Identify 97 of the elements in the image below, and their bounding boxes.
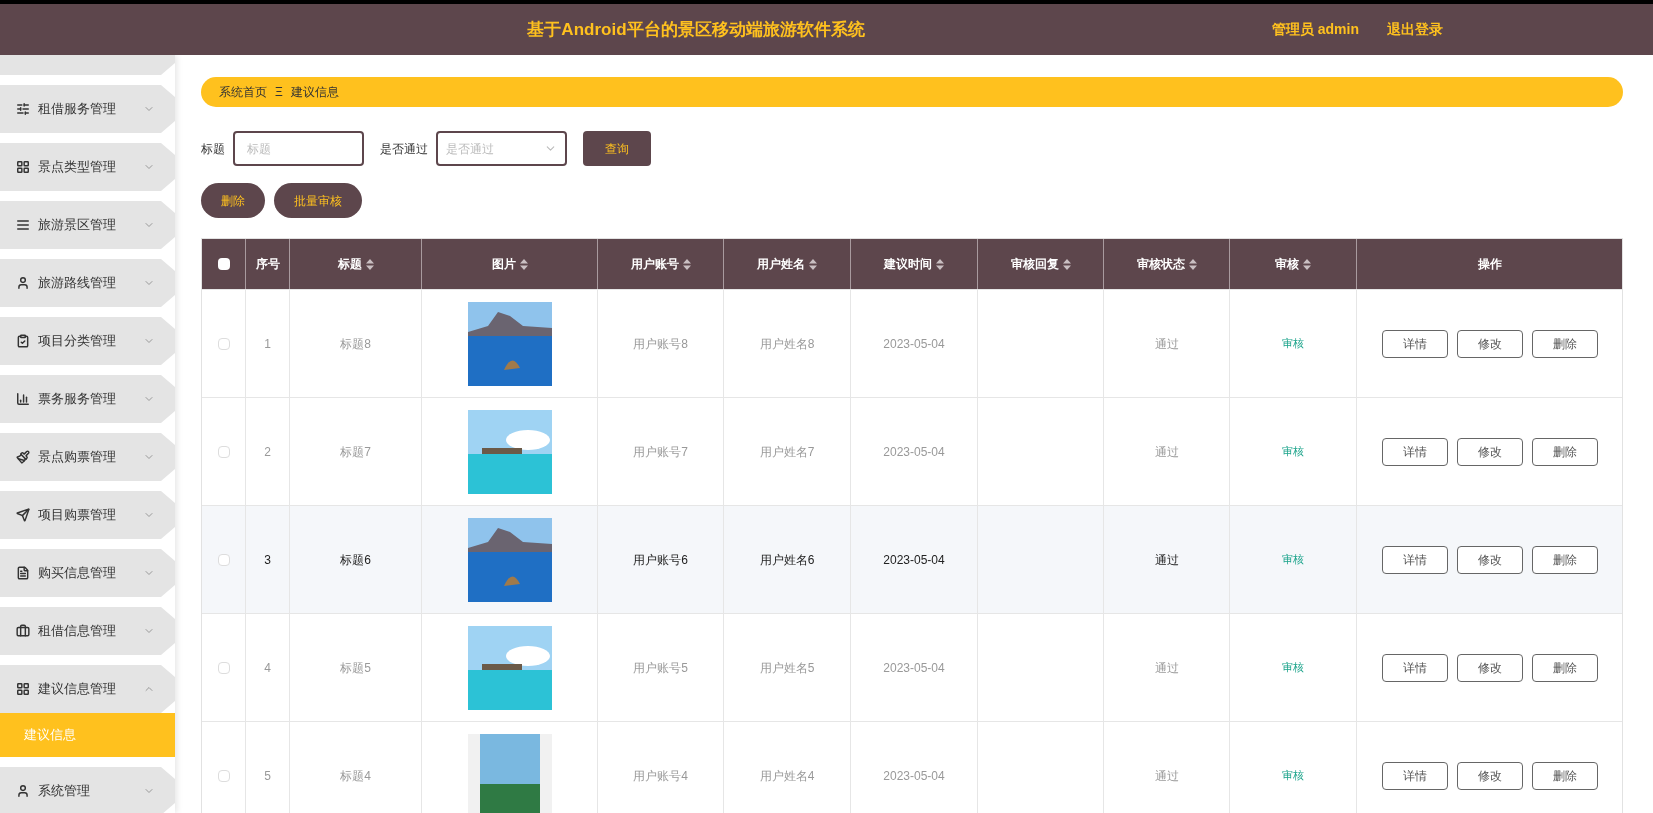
sidebar-item[interactable]: 旅游路线管理 (0, 259, 175, 307)
breadcrumb-current: 建议信息 (290, 84, 339, 101)
status-cell-text: 通过 (1154, 443, 1179, 461)
index-cell-text: 3 (264, 551, 271, 569)
date-cell-text: 2023-05-04 (883, 335, 945, 353)
row-action-button[interactable]: 详情 (1381, 761, 1448, 790)
title-cell-text: 标题8 (340, 335, 371, 353)
grid-icon (16, 160, 30, 174)
sort-icon (1303, 258, 1311, 270)
row-action-button[interactable]: 删除 (1531, 761, 1598, 790)
title-cell-text: 标题5 (340, 659, 371, 677)
row-action-button[interactable]: 修改 (1456, 329, 1523, 358)
index-cell-text: 5 (264, 767, 271, 785)
account-cell-text: 用户账号4 (633, 767, 688, 785)
column-header: 操作 (1476, 256, 1503, 273)
sidebar-item[interactable]: 建议信息管理 (0, 665, 175, 713)
index-cell-text: 2 (264, 443, 271, 461)
name-cell-text: 用户姓名6 (759, 551, 815, 569)
briefcase-icon (16, 624, 30, 638)
title-cell-text: 标题4 (340, 767, 371, 785)
sidebar-item[interactable]: 旅游景区管理 (0, 201, 175, 249)
sidebar-item[interactable]: 票务服务管理 (0, 375, 175, 423)
sort-icon (519, 258, 528, 270)
action-button[interactable]: 删除 (201, 183, 265, 218)
sidebar-item[interactable]: 项目分类管理 (0, 317, 175, 365)
account-cell-text: 用户账号6 (633, 551, 688, 569)
row-action-button[interactable]: 修改 (1456, 545, 1523, 574)
select-all-checkbox[interactable] (217, 258, 230, 270)
date-cell-text: 2023-05-04 (883, 551, 945, 569)
row-action-button[interactable]: 删除 (1531, 545, 1598, 574)
user-icon (16, 784, 30, 798)
row-checkbox[interactable] (217, 445, 230, 458)
sort-icon (365, 258, 374, 270)
name-cell-text: 用户姓名7 (759, 443, 815, 461)
sort-icon (1188, 258, 1197, 270)
sidebar-item[interactable]: 租借服务管理 (0, 85, 175, 133)
bar-chart-icon (16, 392, 30, 406)
user-icon (16, 276, 30, 290)
row-action-button[interactable]: 删除 (1531, 437, 1598, 466)
status-cell-text: 通过 (1154, 551, 1179, 569)
field-label: 标题 (201, 140, 225, 158)
grid-icon (16, 682, 30, 696)
row-checkbox[interactable] (217, 769, 230, 782)
row-checkbox[interactable] (217, 661, 230, 674)
status-cell-text: 通过 (1154, 767, 1179, 785)
sidebar-item[interactable] (0, 55, 175, 75)
list-icon (16, 218, 30, 232)
admin-user[interactable]: 管理员 admin (1271, 19, 1359, 40)
index-cell-text: 4 (264, 659, 271, 677)
sidebar-item[interactable]: 租借信息管理 (0, 607, 175, 655)
row-action-button[interactable]: 详情 (1381, 545, 1448, 574)
name-cell-text: 用户姓名5 (759, 659, 815, 677)
sidebar-item[interactable]: 景点购票管理 (0, 433, 175, 481)
row-checkbox[interactable] (217, 337, 230, 350)
row-action-button[interactable]: 删除 (1531, 653, 1598, 682)
document-icon (16, 566, 30, 580)
logout-link[interactable]: 退出登录 (1387, 19, 1443, 40)
sidebar-item[interactable]: 项目购票管理 (0, 491, 175, 539)
row-action-button[interactable]: 详情 (1381, 653, 1448, 682)
action-button[interactable]: 批量审核 (274, 183, 362, 218)
row-action-button[interactable]: 删除 (1531, 329, 1598, 358)
clipboard-icon (16, 334, 30, 348)
status-cell-text: 通过 (1154, 335, 1179, 353)
sort-icon (1062, 258, 1071, 270)
date-cell-text: 2023-05-04 (883, 443, 945, 461)
input-field[interactable]: 标题 (233, 131, 364, 166)
status-cell-text: 通过 (1154, 659, 1179, 677)
row-action-button[interactable]: 详情 (1381, 329, 1448, 358)
row-action-button[interactable]: 修改 (1456, 437, 1523, 466)
sort-icon (809, 258, 817, 270)
index-cell-text: 1 (264, 335, 271, 353)
sidebar-item[interactable]: 系统管理 (0, 767, 175, 813)
sidebar-item[interactable]: 景点类型管理 (0, 143, 175, 191)
breadcrumb-home[interactable]: 系统首页 (219, 83, 267, 101)
title-cell-text: 标题7 (340, 443, 371, 461)
search-button[interactable]: 查询 (583, 131, 651, 166)
brush-icon (16, 450, 30, 464)
row-action-button[interactable]: 修改 (1456, 761, 1523, 790)
name-cell-text: 用户姓名8 (759, 335, 815, 353)
sliders-icon (16, 102, 30, 116)
breadcrumb-separator: Ξ (275, 84, 283, 101)
name-cell-text: 用户姓名4 (759, 767, 815, 785)
date-cell-text: 2023-05-04 (883, 659, 945, 677)
field-label: 是否通过 (380, 140, 428, 158)
row-checkbox[interactable] (217, 553, 230, 566)
sidebar-item[interactable]: 购买信息管理 (0, 549, 175, 597)
account-cell-text: 用户账号8 (633, 335, 688, 353)
row-action-button[interactable]: 修改 (1456, 653, 1523, 682)
app-title: 基于Android平台的景区移动端旅游软件系统 (527, 18, 865, 41)
title-cell-text: 标题6 (340, 551, 371, 569)
date-cell-text: 2023-05-04 (883, 767, 945, 785)
row-action-button[interactable]: 详情 (1381, 437, 1448, 466)
account-cell-text: 用户账号5 (633, 659, 688, 677)
sort-icon (682, 258, 691, 270)
paper-plane-icon (16, 508, 30, 522)
account-cell-text: 用户账号7 (633, 443, 688, 461)
sort-icon (936, 258, 944, 270)
